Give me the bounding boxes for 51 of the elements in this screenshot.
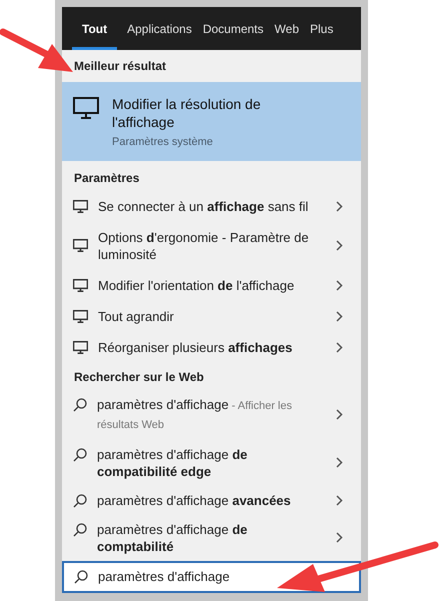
- monitor-icon: [73, 310, 88, 322]
- result-title: Modifier la résolution de l'affichage: [112, 95, 262, 131]
- chevron-icon: [336, 409, 343, 420]
- search-field[interactable]: paramètres d'affichage: [62, 560, 361, 593]
- search-icon: [73, 398, 87, 412]
- web-result[interactable]: paramètres d'affichage de comptabilité: [62, 514, 361, 560]
- chevron-icon: [336, 494, 343, 506]
- result-label: Tout agrandir: [98, 308, 175, 324]
- chevron-icon: [336, 310, 343, 322]
- filter-tab[interactable]: Documents: [202, 7, 265, 50]
- filter-tab[interactable]: Plus: [309, 7, 334, 50]
- settings-result[interactable]: Options d'ergonomie - Paramètre de luminosité: [62, 222, 361, 270]
- result-label: paramètres d'affichage de compatibilité edge: [97, 446, 248, 480]
- filter-tab[interactable]: Tout: [72, 7, 118, 50]
- search-icon: [74, 570, 88, 584]
- result-label: Réorganiser plusieurs affichages: [98, 338, 294, 356]
- settings-result[interactable]: Modifier l'orientation de l'affichage: [62, 270, 361, 300]
- web-result[interactable]: paramètres d'affichage de compatibilité edge: [62, 440, 361, 486]
- result-label: Modifier l'orientation de l'affichage: [98, 276, 296, 294]
- section-heading: Paramètres: [73, 170, 140, 186]
- search-icon: [73, 522, 87, 536]
- web-result[interactable]: paramètres d'affichage avancées: [62, 486, 361, 514]
- monitor-icon: [73, 278, 88, 292]
- section-heading: Rechercher sur le Web: [73, 368, 205, 386]
- chevron-icon: [336, 200, 343, 212]
- chevron-icon: [336, 342, 343, 352]
- settings-result[interactable]: Réorganiser plusieurs affichages: [62, 332, 361, 362]
- result-label: Options d'ergonomie - Paramètre de luminosité: [98, 228, 310, 262]
- result-label: paramètres d'affichage - Afficher les résultats Web: [97, 396, 293, 432]
- result-label: paramètres d'affichage avancées: [97, 492, 292, 508]
- filter-tab[interactable]: Applications: [126, 7, 193, 50]
- chevron-icon: [336, 280, 343, 290]
- search-icon: [73, 494, 87, 508]
- search-input[interactable]: paramètres d'affichage: [98, 567, 349, 586]
- best-result[interactable]: Modifier la résolution de l'affichage Paramètres système: [62, 82, 361, 160]
- filter-tab[interactable]: Web: [274, 7, 300, 50]
- chevron-icon: [336, 532, 343, 543]
- result-subtitle: Paramètres système: [112, 135, 214, 150]
- section-heading: Meilleur résultat: [73, 58, 168, 75]
- chevron-icon: [336, 457, 343, 468]
- monitor-icon: [73, 239, 88, 252]
- settings-result[interactable]: Se connecter à un affichage sans fil: [62, 190, 361, 222]
- monitor-icon: [73, 340, 88, 354]
- monitor-icon: [73, 97, 99, 119]
- result-label: paramètres d'affichage de comptabilité: [97, 520, 248, 554]
- monitor-icon: [73, 200, 88, 212]
- chevron-icon: [336, 240, 343, 251]
- search-icon: [73, 448, 87, 462]
- result-label: Se connecter à un affichage sans fil: [98, 198, 310, 214]
- web-result[interactable]: paramètres d'affichage - Afficher les résultats Web: [62, 390, 361, 440]
- settings-result[interactable]: Tout agrandir: [62, 300, 361, 332]
